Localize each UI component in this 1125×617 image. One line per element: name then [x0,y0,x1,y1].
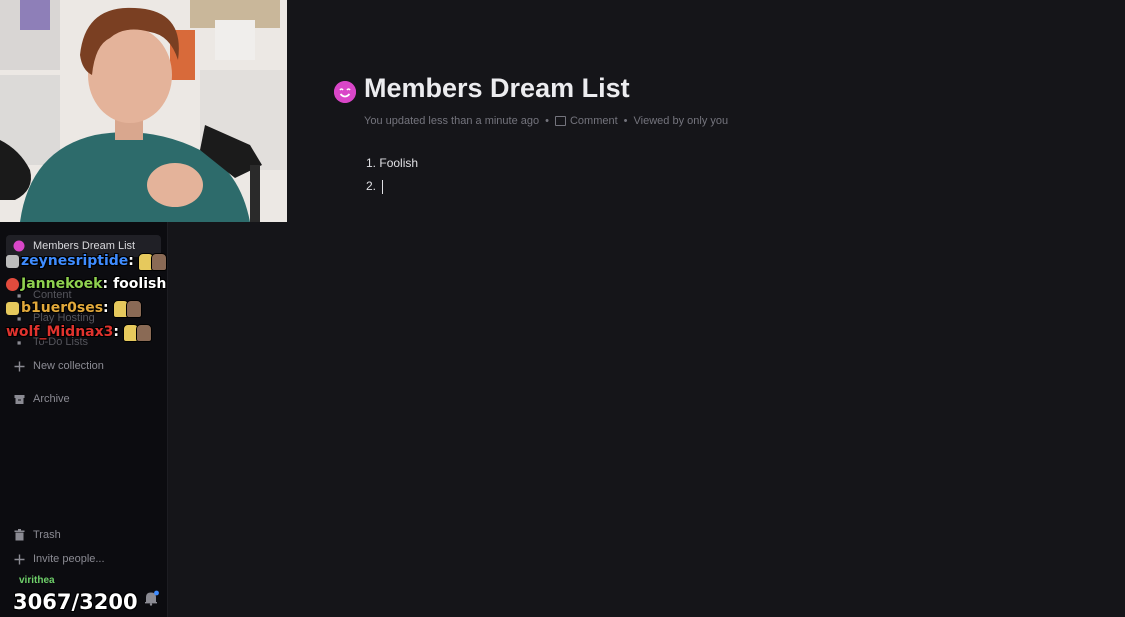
plus-icon [12,361,26,372]
chat-badge-icon [6,277,19,291]
smiley-emoji-icon[interactable] [334,81,356,103]
list-item[interactable]: 1. Foolish [366,155,418,171]
list-item[interactable]: 2. [366,178,384,194]
chat-username: b1uer0ses [21,300,104,316]
separator-dot: • [545,115,549,127]
sidebar-item-label: Archive [33,393,70,405]
chat-username: Jannekoek [21,276,103,292]
sidebar-item-archive[interactable]: Archive [12,388,70,410]
text-cursor [382,179,384,194]
viewed-by-text[interactable]: Viewed by only you [634,115,729,127]
comment-link[interactable]: Comment [570,115,618,127]
notification-bell-icon[interactable] [143,590,159,606]
sidebar-item-label: Trash [33,529,61,541]
chat-username: zeynesriptide [21,253,129,269]
chat-emote-icon [112,300,142,318]
separator-dot: • [623,115,628,127]
archive-icon [12,394,26,405]
chat-badge-icon [6,254,19,268]
chat-emote-icon [123,324,152,342]
chat-message: zeynesriptide: [6,250,167,272]
webcam-overlay [0,0,287,222]
sidebar-item-trash[interactable]: Trash [12,524,61,546]
sidebar-item-invite-people[interactable]: Invite people... [12,548,105,570]
comment-icon [554,116,566,126]
chat-badge-icon [6,301,19,315]
chat-message: b1uer0ses: [6,297,142,319]
document-meta: You updated less than a minute ago • Com… [364,115,728,127]
trash-icon [12,529,26,541]
chat-username: wolf_Midnax3 [6,324,114,340]
sidebar-item-new-collection[interactable]: New collection [12,355,104,377]
chat-message: wolf_Midnax3: [6,321,152,343]
document-title[interactable]: Members Dream List [364,73,630,104]
sidebar-item-label: New collection [33,360,104,372]
follower-goal-counter: 3067/3200 [13,590,138,614]
sidebar-item-label: Invite people... [33,553,105,565]
app-window: Members Dream List ▪ Content ▪ Play Host… [0,0,1125,617]
streamer-webcam-image [0,0,287,222]
chat-message: Jannekoek: foolish [6,273,166,295]
updated-text: You updated less than a minute ago [364,115,540,127]
plus-icon [12,554,26,565]
user-name: virithea [19,575,55,586]
chat-emote-icon [137,253,167,271]
chat-message-text: foolish [113,276,167,292]
